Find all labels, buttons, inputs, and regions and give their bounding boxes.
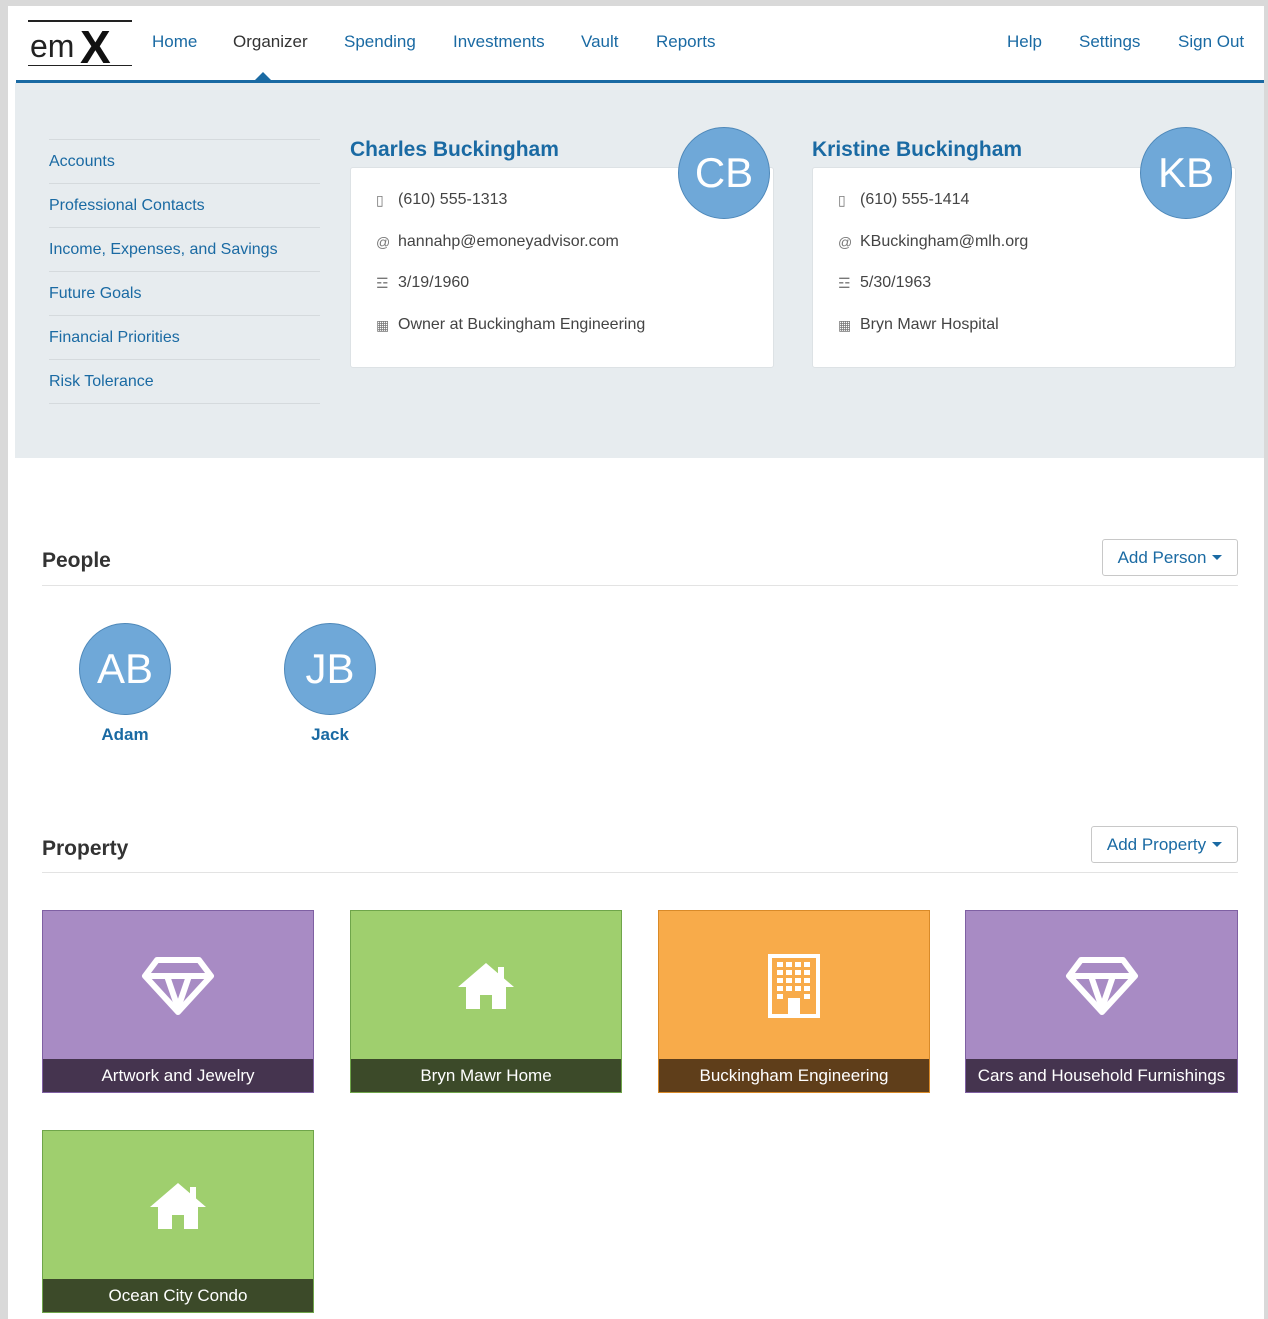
client-employment-row: ▦ Bryn Mawr Hospital	[838, 316, 999, 334]
client-birthday: 5/30/1963	[860, 274, 932, 291]
household-header: Accounts Professional Contacts Income, E…	[15, 83, 1264, 458]
client-name-charles[interactable]: Charles Buckingham	[350, 138, 559, 162]
home-icon	[458, 963, 514, 1009]
sidebar-divider	[49, 403, 320, 404]
property-tile-label: Bryn Mawr Home	[351, 1059, 621, 1092]
caret-down-icon	[1212, 555, 1223, 560]
property-tile-buckingham-engineering[interactable]: Buckingham Engineering	[658, 910, 930, 1093]
avatar[interactable]: AB	[79, 623, 171, 715]
property-tile-label: Ocean City Condo	[43, 1279, 313, 1312]
logo-x-text: X	[80, 21, 111, 73]
client-phone: (610) 555-1414	[860, 191, 970, 208]
at-sign-icon: @	[376, 234, 391, 250]
add-property-label: Add Property	[1106, 834, 1207, 854]
property-tile-label: Cars and Household Furnishings	[966, 1059, 1237, 1092]
nav-organizer[interactable]: Organizer	[233, 32, 308, 52]
mobile-phone-icon: ▯	[838, 191, 846, 208]
avatar[interactable]: JB	[284, 623, 376, 715]
client-phone-row: ▯ (610) 555-1313	[376, 191, 507, 209]
client-email-row: @ hannahp@emoneyadvisor.com	[376, 233, 619, 251]
sidebar-item-risk-tolerance[interactable]: Risk Tolerance	[49, 359, 320, 403]
active-tab-indicator	[254, 72, 272, 81]
home-icon	[150, 1183, 206, 1229]
client-phone: (610) 555-1313	[398, 191, 508, 208]
mobile-phone-icon: ▯	[376, 191, 384, 208]
avatar[interactable]: CB	[678, 127, 770, 219]
birthday-cake-icon: ☲	[376, 274, 389, 291]
client-birthday-row: ☲ 3/19/1960	[376, 274, 469, 292]
add-person-button[interactable]: Add Person	[1102, 539, 1238, 576]
sidebar-item-future-goals[interactable]: Future Goals	[49, 271, 320, 315]
person-name[interactable]: Jack	[270, 725, 390, 745]
nav-sign-out[interactable]: Sign Out	[1178, 32, 1244, 52]
nav-settings[interactable]: Settings	[1079, 32, 1140, 52]
add-property-button[interactable]: Add Property	[1091, 826, 1238, 863]
at-sign-icon: @	[838, 234, 853, 250]
sidebar-item-financial-priorities[interactable]: Financial Priorities	[49, 315, 320, 359]
birthday-cake-icon: ☲	[838, 274, 851, 291]
avatar[interactable]: KB	[1140, 127, 1232, 219]
sidebar-item-professional-contacts[interactable]: Professional Contacts	[49, 183, 320, 227]
briefcase-icon: ▦	[376, 316, 390, 333]
diamond-icon	[142, 957, 214, 1015]
person-jack[interactable]: JB Jack	[270, 623, 390, 745]
person-name[interactable]: Adam	[65, 725, 185, 745]
client-email: hannahp@emoneyadvisor.com	[398, 233, 619, 250]
client-name-kristine[interactable]: Kristine Buckingham	[812, 138, 1022, 162]
logo-em-text: em	[30, 28, 75, 64]
sidebar-item-accounts[interactable]: Accounts	[49, 139, 320, 183]
property-tile-cars-household[interactable]: Cars and Household Furnishings	[965, 910, 1238, 1093]
client-employment: Owner at Buckingham Engineering	[398, 316, 646, 333]
people-section-title: People	[42, 549, 111, 572]
nav-vault[interactable]: Vault	[581, 32, 619, 52]
building-icon	[768, 954, 820, 1018]
property-tile-label: Buckingham Engineering	[659, 1059, 929, 1092]
property-tile-label: Artwork and Jewelry	[43, 1059, 313, 1092]
nav-investments[interactable]: Investments	[453, 32, 545, 52]
diamond-icon	[1065, 957, 1138, 1015]
client-phone-row: ▯ (610) 555-1414	[838, 191, 969, 209]
client-employment: Bryn Mawr Hospital	[860, 316, 999, 333]
nav-help[interactable]: Help	[1007, 32, 1042, 52]
property-tile-ocean-city-condo[interactable]: Ocean City Condo	[42, 1130, 314, 1313]
top-navigation: em X Home Organizer Spending Investments…	[16, 6, 1264, 83]
client-employment-row: ▦ Owner at Buckingham Engineering	[376, 316, 645, 334]
app-frame: em X Home Organizer Spending Investments…	[8, 6, 1264, 1319]
client-email-row: @ KBuckingham@mlh.org	[838, 233, 1028, 251]
sidebar-item-income-expenses-savings[interactable]: Income, Expenses, and Savings	[49, 227, 320, 271]
client-birthday-row: ☲ 5/30/1963	[838, 274, 931, 292]
section-divider	[42, 872, 1238, 873]
section-divider	[42, 585, 1238, 586]
nav-home[interactable]: Home	[152, 32, 197, 52]
caret-down-icon	[1212, 842, 1223, 847]
property-section-title: Property	[42, 837, 129, 860]
person-adam[interactable]: AB Adam	[65, 623, 185, 745]
briefcase-icon: ▦	[838, 316, 852, 333]
client-email: KBuckingham@mlh.org	[860, 233, 1029, 250]
nav-reports[interactable]: Reports	[656, 32, 716, 52]
property-tile-bryn-mawr-home[interactable]: Bryn Mawr Home	[350, 910, 622, 1093]
add-person-label: Add Person	[1117, 547, 1207, 567]
nav-spending[interactable]: Spending	[344, 32, 416, 52]
property-tile-artwork-jewelry[interactable]: Artwork and Jewelry	[42, 910, 314, 1093]
client-birthday: 3/19/1960	[398, 274, 470, 291]
emx-logo[interactable]: em X	[28, 20, 132, 73]
